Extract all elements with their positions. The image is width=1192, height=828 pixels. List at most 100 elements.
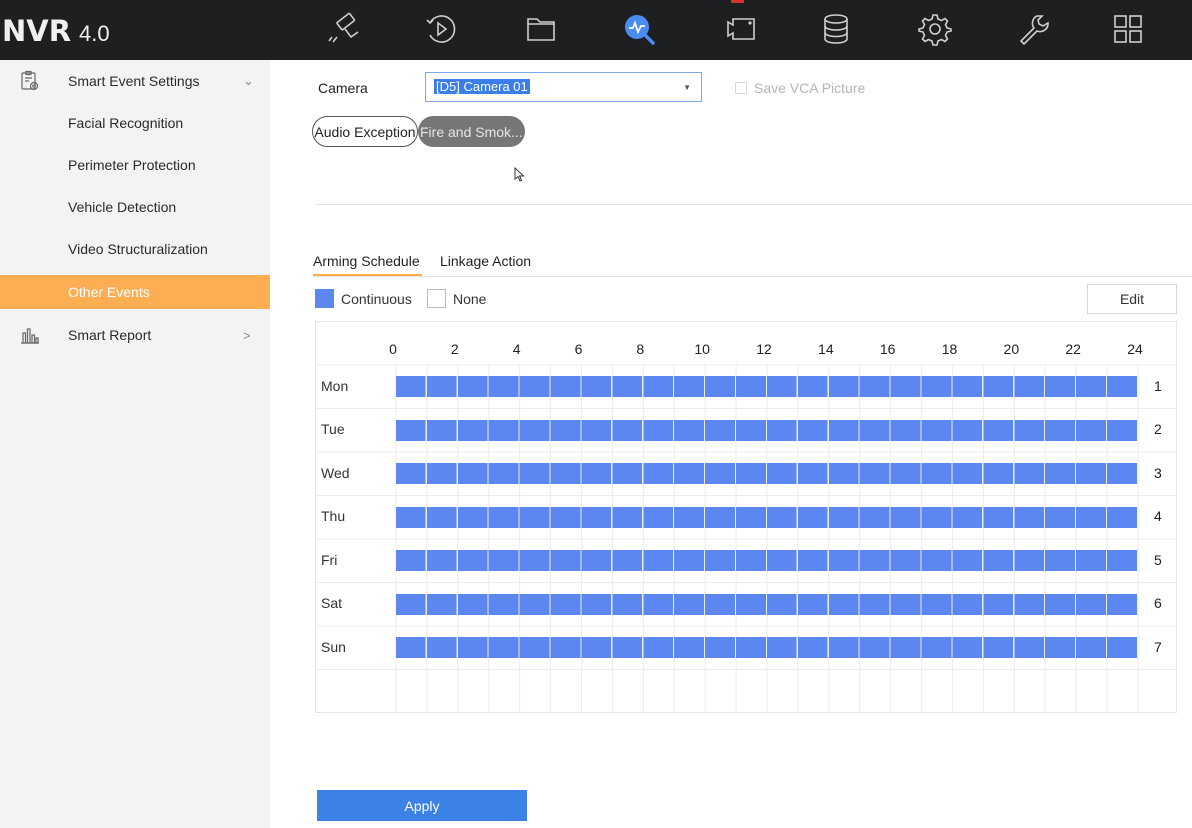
- row-number: 3: [1154, 464, 1162, 481]
- file-management-icon: [527, 18, 555, 41]
- row-number: 4: [1154, 508, 1162, 525]
- camera-select-value: [D5] Camera 01: [434, 79, 530, 94]
- main-panel: Camera [D5] Camera 01 ▼ Save VCA Picture…: [270, 60, 1192, 828]
- sidebar-item-perimeter-protection[interactable]: Perimeter Protection: [0, 148, 270, 182]
- day-label: Fri: [321, 551, 338, 568]
- schedule-bar-wed[interactable]: [396, 463, 1138, 485]
- day-label: Mon: [321, 377, 349, 394]
- sidebar-item-smart-event-settings[interactable]: Smart Event Settings ⌄: [0, 64, 270, 98]
- sidebar-item-label: Perimeter Protection: [68, 157, 196, 173]
- day-label: Tue: [321, 421, 345, 438]
- sidebar-item-video-structuralization[interactable]: Video Structuralization: [0, 232, 270, 266]
- schedule-grid: 0 2 4 6 8 10 12 14 16 18 20 22 24 Mon 1 Tue 2 Wed 3 Thu 4 Fri…: [315, 321, 1177, 713]
- configuration-icon: [727, 18, 755, 40]
- sidebar-item-label: Facial Recognition: [68, 115, 184, 131]
- save-vca-picture-label: Save VCA Picture: [754, 80, 866, 96]
- report-chart-icon: [21, 328, 39, 344]
- notification-marker: [731, 0, 744, 3]
- row-number: 1: [1154, 377, 1162, 394]
- nav-playback[interactable]: [416, 6, 466, 52]
- checkbox-box: [735, 82, 747, 94]
- top-bar: NVR 4.0: [0, 0, 1192, 60]
- event-tab-fire-and-smoke[interactable]: Fire and Smok...: [418, 116, 525, 147]
- camera-select[interactable]: [D5] Camera 01 ▼: [425, 72, 702, 102]
- apply-button[interactable]: Apply: [317, 790, 527, 821]
- day-label: Sun: [321, 638, 346, 655]
- app-version: 4.0: [79, 21, 110, 46]
- nav-system-settings[interactable]: [910, 6, 960, 52]
- nav-grid-view[interactable]: [1103, 6, 1153, 52]
- sidebar: Smart Event Settings ⌄ Facial Recognitio…: [0, 60, 270, 828]
- mouse-pointer-icon: [514, 167, 525, 182]
- legend-none-label: None: [453, 290, 487, 307]
- nav-smart-analysis[interactable]: [614, 6, 664, 52]
- continuous-swatch: [315, 289, 334, 308]
- tab-linkage-action[interactable]: Linkage Action: [440, 253, 531, 269]
- smart-analysis-icon: [625, 15, 655, 45]
- schedule-bar-fri[interactable]: [396, 550, 1138, 572]
- nav-configuration[interactable]: [716, 6, 766, 52]
- row-number: 6: [1154, 595, 1162, 612]
- chevron-down-icon: ⌄: [243, 73, 254, 88]
- schedule-bar-sat[interactable]: [396, 593, 1138, 615]
- hour-label: 14: [818, 341, 834, 357]
- sidebar-item-label: Smart Report: [68, 327, 152, 343]
- hour-label: 24: [1127, 341, 1143, 357]
- legend-continuous-label: Continuous: [341, 290, 412, 307]
- save-vca-picture-checkbox[interactable]: Save VCA Picture: [735, 80, 865, 96]
- legend-continuous[interactable]: Continuous: [315, 289, 412, 308]
- nav-storage[interactable]: [811, 6, 861, 52]
- event-settings-icon: [21, 70, 39, 91]
- none-swatch: [427, 289, 446, 308]
- edit-button[interactable]: Edit: [1087, 284, 1177, 314]
- sidebar-item-smart-report[interactable]: Smart Report >: [0, 318, 270, 352]
- hour-label: 16: [879, 341, 896, 357]
- nav-live-view[interactable]: [318, 6, 368, 52]
- hour-label: 6: [574, 341, 583, 357]
- section-divider: [316, 204, 1192, 205]
- schedule-bar-mon[interactable]: [396, 376, 1138, 398]
- hour-label: 18: [941, 341, 958, 357]
- legend-none[interactable]: None: [427, 289, 486, 308]
- sidebar-item-label: Vehicle Detection: [68, 199, 177, 215]
- dropdown-arrow-icon: ▼: [683, 83, 691, 92]
- nav-file-management[interactable]: [516, 6, 566, 52]
- live-view-icon: [328, 12, 359, 43]
- system-settings-icon: [918, 14, 952, 46]
- nav-maintenance[interactable]: [1008, 6, 1058, 52]
- day-label: Wed: [321, 464, 350, 481]
- sidebar-item-label: Video Structuralization: [68, 241, 208, 257]
- day-label: Sat: [321, 595, 343, 612]
- hour-label: 8: [636, 341, 645, 357]
- sidebar-item-other-events[interactable]: Other Events: [0, 275, 270, 309]
- hour-label: 20: [1003, 341, 1020, 357]
- sidebar-item-vehicle-detection[interactable]: Vehicle Detection: [0, 190, 270, 224]
- hour-label: 22: [1065, 341, 1081, 357]
- event-tab-audio-exception[interactable]: Audio Exception: [312, 116, 418, 147]
- hour-label: 4: [512, 341, 521, 357]
- app-logo: NVR 4.0: [2, 14, 110, 48]
- sidebar-item-label: Smart Event Settings: [68, 73, 200, 89]
- row-number: 2: [1154, 421, 1162, 438]
- schedule-bar-sun[interactable]: [396, 637, 1138, 659]
- sidebar-item-label: Other Events: [68, 284, 150, 300]
- hour-label: 10: [694, 341, 710, 357]
- hour-label: 0: [389, 341, 397, 357]
- storage-icon: [824, 14, 848, 44]
- tab-divider: [313, 276, 1192, 277]
- tab-arming-schedule[interactable]: Arming Schedule: [313, 253, 420, 269]
- app-brand: NVR: [2, 14, 72, 48]
- maintenance-icon: [1019, 15, 1049, 46]
- hour-label: 12: [756, 341, 772, 357]
- grid-view-icon: [1114, 15, 1142, 43]
- hour-label: 2: [450, 341, 459, 357]
- schedule-bar-tue[interactable]: [396, 419, 1138, 441]
- sidebar-item-facial-recognition[interactable]: Facial Recognition: [0, 106, 270, 140]
- row-number: 7: [1154, 638, 1162, 655]
- chevron-right-icon: >: [243, 327, 251, 343]
- camera-label: Camera: [318, 80, 368, 96]
- playback-icon: [426, 15, 456, 43]
- day-label: Thu: [321, 508, 346, 525]
- schedule-bar-thu[interactable]: [396, 506, 1138, 528]
- row-number: 5: [1154, 551, 1162, 568]
